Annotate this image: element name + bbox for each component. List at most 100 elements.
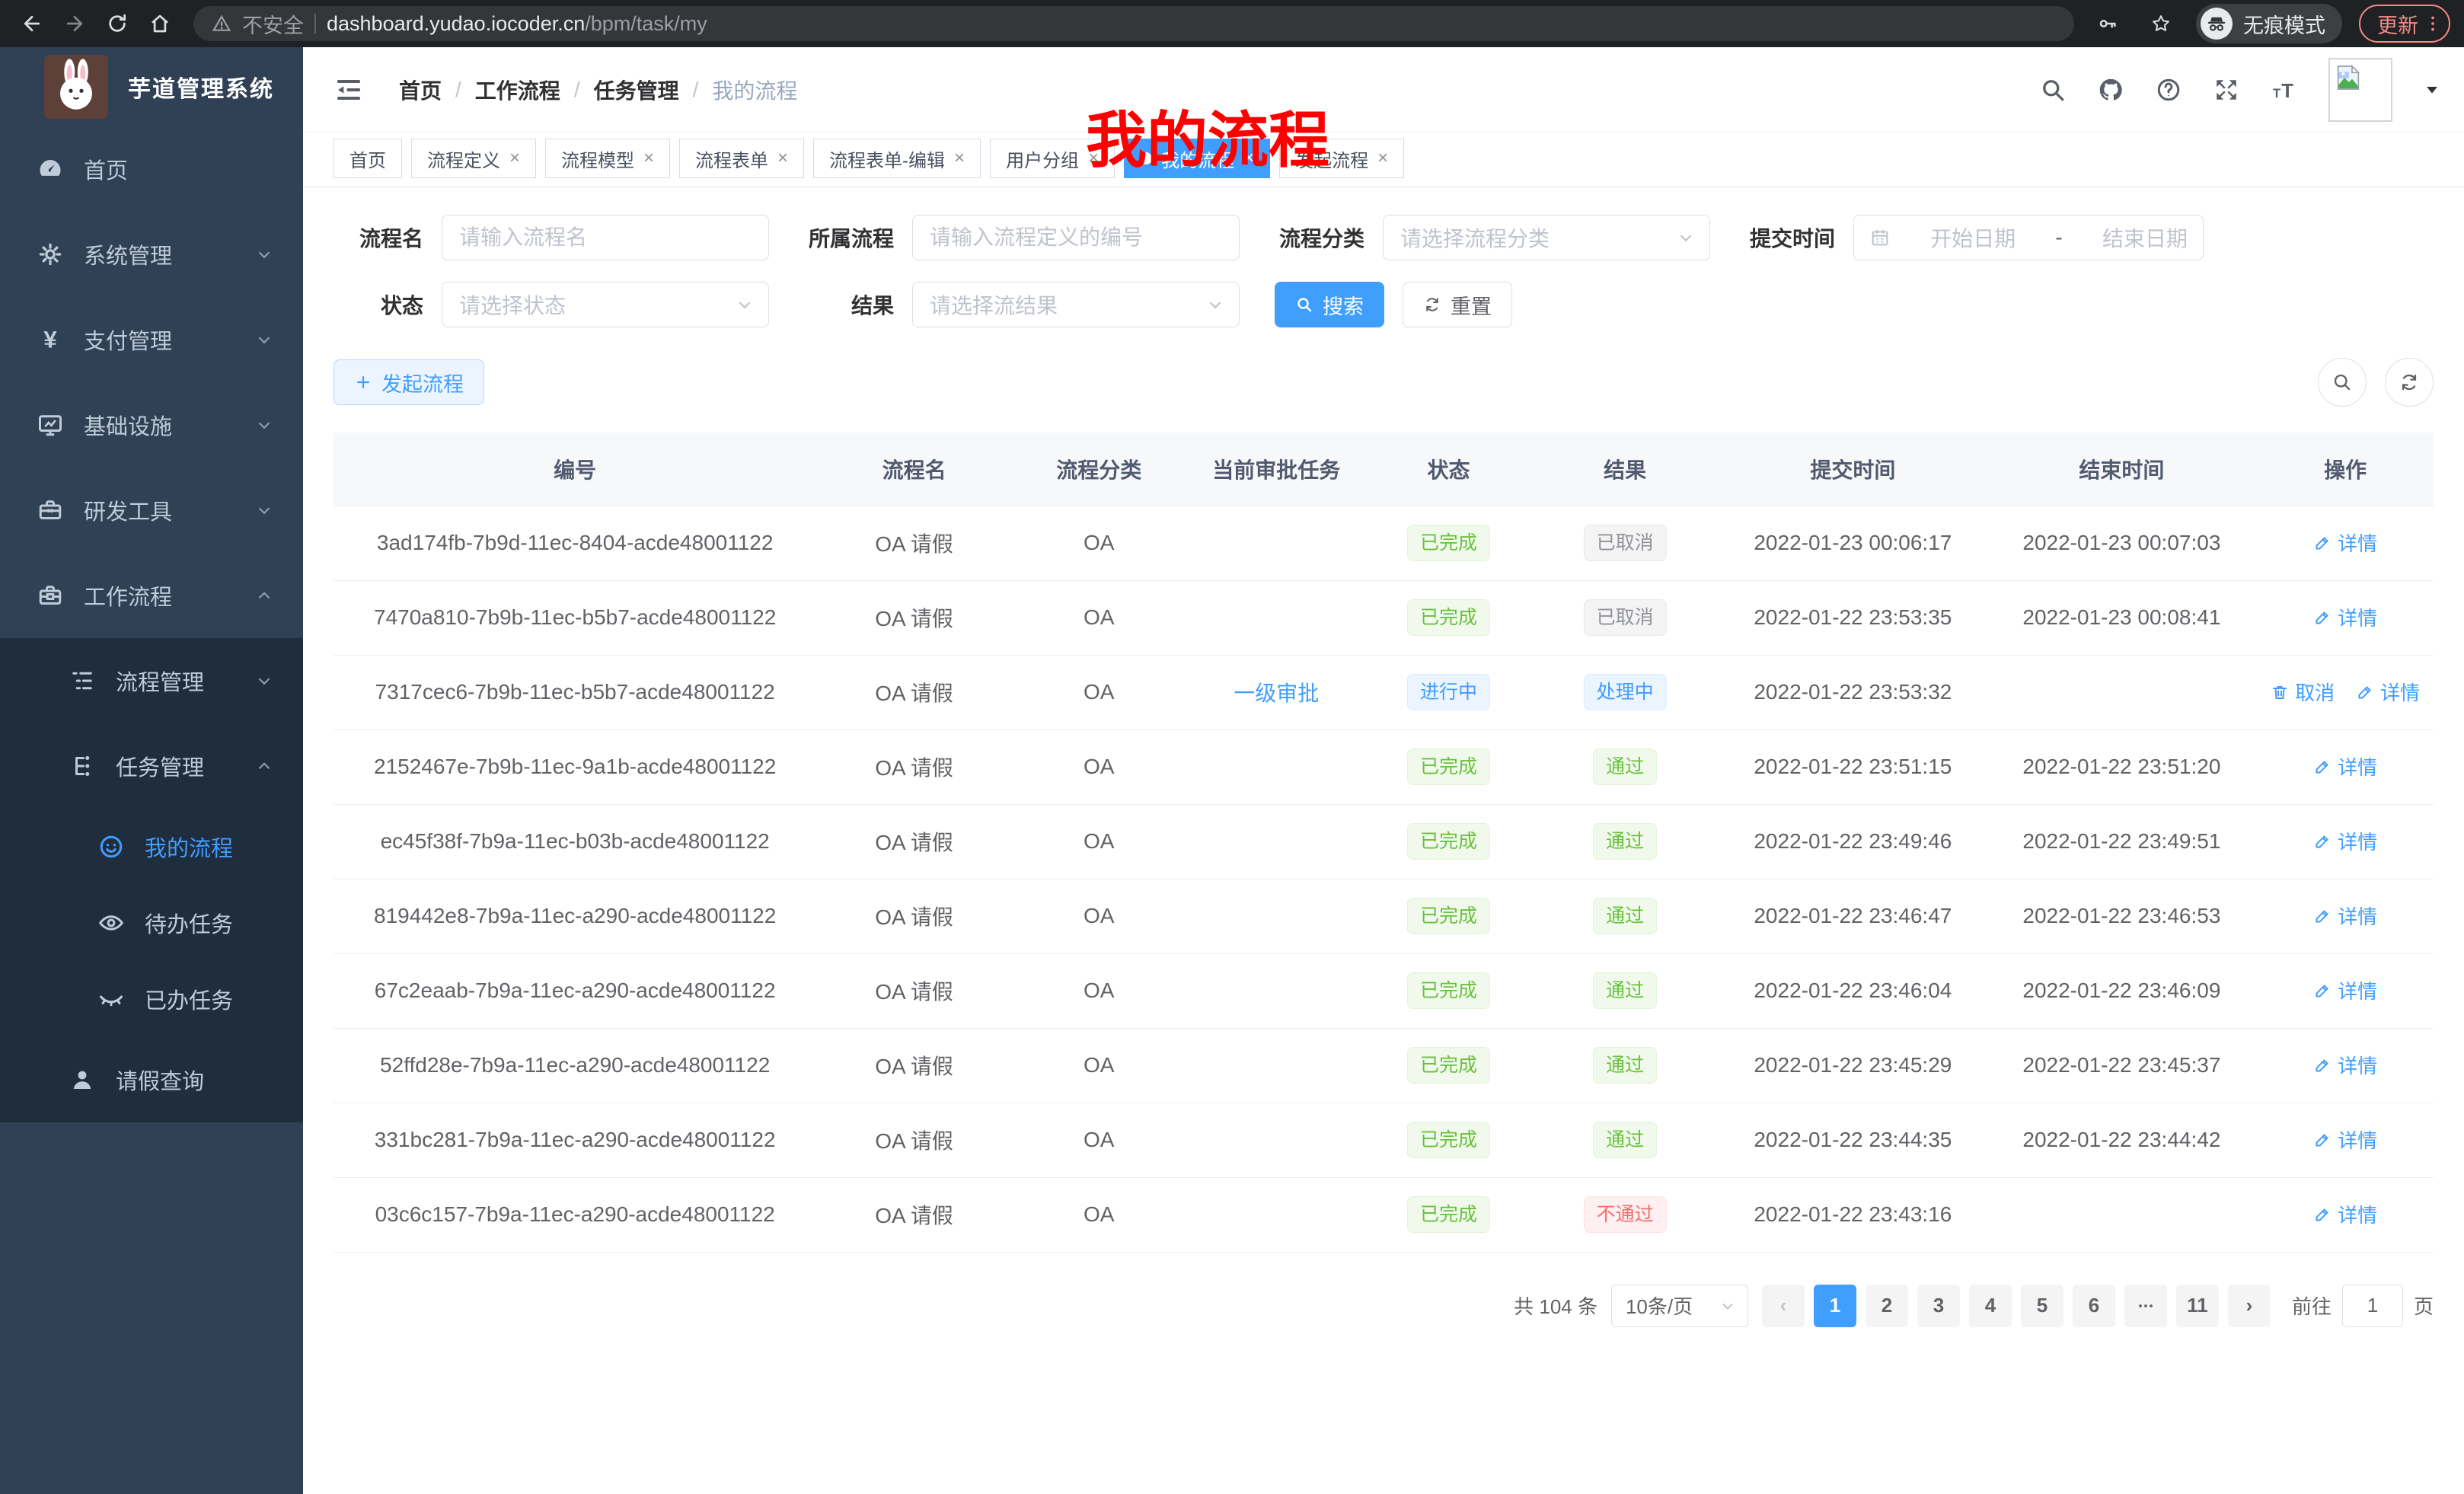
table-row: 3ad174fb-7b9d-11ec-8404-acde48001122OA 请… <box>334 506 2434 580</box>
action-detail-link[interactable]: 详情 <box>2313 603 2377 631</box>
tab-close-icon[interactable]: × <box>643 149 654 168</box>
browser-update-button[interactable]: 更新 <box>2359 5 2450 43</box>
pagination-page-2[interactable]: 2 <box>1866 1285 1908 1327</box>
sidebar-item-dev-tools[interactable]: 研发工具 <box>0 468 303 553</box>
column-header: 流程名 <box>816 433 1011 506</box>
toolbox-icon <box>35 495 65 525</box>
action-label: 详情 <box>2338 1200 2377 1228</box>
tab-close-icon[interactable]: × <box>777 149 788 168</box>
sidebar-item-infrastructure[interactable]: 基础设施 <box>0 382 303 468</box>
cell-name: OA 请假 <box>816 580 1011 655</box>
pagination-page-1[interactable]: 1 <box>1814 1285 1856 1327</box>
github-icon[interactable] <box>2097 76 2124 104</box>
refresh-table-button[interactable] <box>2385 358 2434 407</box>
action-detail-link[interactable]: 详情 <box>2313 1125 2377 1154</box>
pagination-prev-button[interactable]: ‹ <box>1762 1285 1805 1327</box>
tab-close-icon[interactable]: × <box>954 149 965 168</box>
pagination-page-11[interactable]: 11 <box>2176 1285 2219 1327</box>
app-logo[interactable]: 芋道管理系统 <box>0 47 303 126</box>
parent-process-input[interactable] <box>912 215 1240 260</box>
browser-menu-dots-icon[interactable] <box>2423 14 2443 34</box>
cell-actions: 详情 <box>2257 506 2434 580</box>
browser-forward-icon[interactable] <box>56 5 93 42</box>
result-select[interactable]: 请选择流结果 <box>912 282 1240 327</box>
address-bar[interactable]: 不安全 dashboard.yudao.iocoder.cn/bpm/task/… <box>193 6 2074 41</box>
breadcrumb-item[interactable]: 首页 <box>399 75 442 105</box>
cell-end_time: 2022-01-23 00:07:03 <box>1987 506 2258 580</box>
pagination-page-4[interactable]: 4 <box>1969 1285 2012 1327</box>
process-category-select[interactable]: 请选择流程分类 <box>1383 215 1710 260</box>
action-cancel-link[interactable]: 取消 <box>2271 678 2335 706</box>
pagination-page-6[interactable]: 6 <box>2073 1285 2115 1327</box>
tab-close-icon[interactable]: × <box>509 149 520 168</box>
current-task-link[interactable]: 一级审批 <box>1234 682 1319 705</box>
toggle-search-button[interactable] <box>2318 358 2367 407</box>
url-host: dashboard.yudao.iocoder.cn <box>327 12 585 36</box>
reset-button[interactable]: 重置 <box>1403 282 1512 327</box>
cell-name: OA 请假 <box>816 1103 1011 1177</box>
bookmark-star-icon[interactable] <box>2143 5 2179 42</box>
cell-end_time <box>1987 655 2258 729</box>
tab-process-form[interactable]: 流程表单× <box>679 139 804 178</box>
sidebar-item-home[interactable]: 首页 <box>0 126 303 212</box>
help-icon[interactable] <box>2155 76 2182 104</box>
password-key-icon[interactable] <box>2089 5 2126 42</box>
user-avatar[interactable] <box>2328 58 2392 122</box>
breadcrumb-separator: / <box>693 78 699 102</box>
tab-process-form-edit[interactable]: 流程表单-编辑× <box>813 139 981 178</box>
cell-id: ec45f38f-7b9a-11ec-b03b-acde48001122 <box>334 804 816 879</box>
sidebar-item-todo-task[interactable]: 待办任务 <box>0 885 303 961</box>
sidebar-item-my-process[interactable]: 我的流程 <box>0 809 303 885</box>
breadcrumb: 首页/工作流程/任务管理/我的流程 <box>399 75 797 105</box>
sidebar-item-done-task[interactable]: 已办任务 <box>0 961 303 1037</box>
search-button-label: 搜索 <box>1323 290 1364 320</box>
goto-page-input[interactable] <box>2342 1285 2403 1327</box>
result-badge: 通过 <box>1593 1047 1657 1084</box>
font-size-icon[interactable]: TT <box>2271 76 2298 104</box>
sidebar-collapse-icon[interactable] <box>334 75 364 105</box>
sidebar-item-process-mgmt[interactable]: 流程管理 <box>0 638 303 723</box>
sidebar-item-pay-mgmt[interactable]: ¥支付管理 <box>0 297 303 382</box>
parent-process-input-field[interactable] <box>930 225 1222 250</box>
sidebar-item-label: 请假查询 <box>116 1064 274 1096</box>
dashboard-icon <box>35 154 65 184</box>
row-actions: 详情 <box>2313 752 2377 781</box>
pagination-more-icon[interactable] <box>2124 1285 2167 1327</box>
sidebar-item-system-mgmt[interactable]: 系统管理 <box>0 212 303 297</box>
page-size-select[interactable]: 10条/页 <box>1611 1285 1748 1327</box>
action-detail-link[interactable]: 详情 <box>2313 528 2377 557</box>
tab-close-icon[interactable]: × <box>1377 149 1388 168</box>
action-detail-link[interactable]: 详情 <box>2313 976 2377 1004</box>
avatar-caret-down-icon[interactable] <box>2423 81 2441 99</box>
header-search-icon[interactable] <box>2039 76 2067 104</box>
tab-process-model[interactable]: 流程模型× <box>545 139 670 178</box>
action-detail-link[interactable]: 详情 <box>2313 1051 2377 1079</box>
breadcrumb-item[interactable]: 任务管理 <box>594 75 679 105</box>
pagination-next-button[interactable]: › <box>2228 1285 2271 1327</box>
sidebar-item-task-mgmt[interactable]: 任务管理 <box>0 723 303 809</box>
fullscreen-icon[interactable] <box>2213 76 2240 104</box>
pagination-page-3[interactable]: 3 <box>1917 1285 1960 1327</box>
create-process-button[interactable]: 发起流程 <box>334 359 484 405</box>
process-name-input-field[interactable] <box>459 225 752 250</box>
search-button[interactable]: 搜索 <box>1275 282 1384 327</box>
breadcrumb-item[interactable]: 工作流程 <box>475 75 560 105</box>
column-header: 结果 <box>1530 433 1719 506</box>
browser-reload-icon[interactable] <box>99 5 136 42</box>
browser-home-icon[interactable] <box>142 5 178 42</box>
browser-back-icon[interactable] <box>14 5 50 42</box>
action-detail-link[interactable]: 详情 <box>2356 678 2420 706</box>
submit-time-daterange[interactable]: 开始日期-结束日期 <box>1853 215 2204 260</box>
status-select[interactable]: 请选择状态 <box>442 282 769 327</box>
action-detail-link[interactable]: 详情 <box>2313 827 2377 855</box>
pagination-page-5[interactable]: 5 <box>2021 1285 2063 1327</box>
tab-home[interactable]: 首页 <box>334 139 402 178</box>
action-detail-link[interactable]: 详情 <box>2313 752 2377 781</box>
process-name-input[interactable] <box>442 215 769 260</box>
sidebar-item-leave-query[interactable]: 请假查询 <box>0 1037 303 1122</box>
action-detail-link[interactable]: 详情 <box>2313 1200 2377 1228</box>
tab-process-definition[interactable]: 流程定义× <box>411 139 536 178</box>
incognito-badge: 无痕模式 <box>2196 4 2342 43</box>
sidebar-item-workflow[interactable]: 工作流程 <box>0 553 303 638</box>
action-detail-link[interactable]: 详情 <box>2313 902 2377 930</box>
